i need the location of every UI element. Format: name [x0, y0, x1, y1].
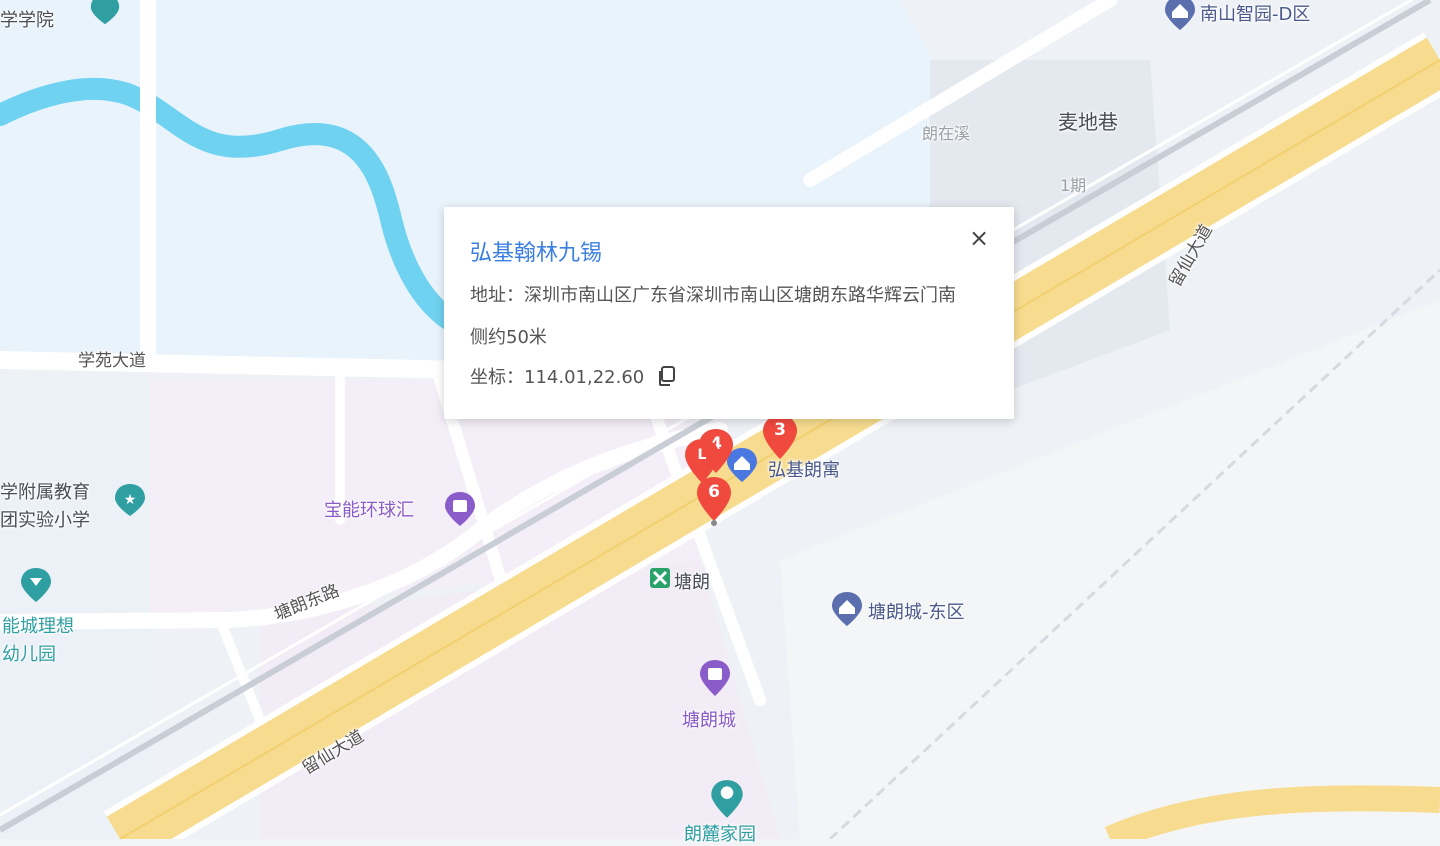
map-label: 塘朗城: [682, 710, 736, 731]
popup-title[interactable]: 弘基翰林九锡: [470, 235, 602, 267]
map-label: 塘朗城-东区: [868, 602, 965, 623]
popup-coordinates: 坐标：114.01,22.60: [470, 365, 678, 389]
marker-number: 3: [774, 420, 786, 440]
map-label: 能城理想: [2, 616, 74, 637]
residential-icon: [829, 590, 865, 630]
map-marker[interactable]: 6: [696, 476, 732, 526]
subway-station-icon: [650, 568, 670, 588]
marker-number: 6: [708, 482, 720, 502]
marker-number: L: [697, 447, 707, 463]
map-label: 麦地巷: [1058, 110, 1118, 134]
map-label: 科学学院: [0, 10, 54, 31]
road-label: 学苑大道: [78, 351, 146, 371]
mall-icon: [442, 490, 478, 530]
kindergarten-icon: [18, 566, 54, 606]
park-icon: [708, 778, 746, 822]
map-label: 幼儿园: [2, 644, 56, 665]
map-label: 塘朗: [674, 572, 710, 593]
map-label: 朗在溪: [922, 124, 971, 143]
map-label: 宝能环球汇: [324, 500, 414, 521]
school-icon: ★: [112, 482, 148, 518]
map-label: 学附属教育: [0, 482, 90, 503]
mall-icon: [697, 658, 733, 700]
school-icon: [88, 0, 122, 26]
close-icon[interactable]: ×: [966, 225, 992, 251]
svg-text:★: ★: [124, 492, 137, 508]
map-label: 南山智园-D区: [1200, 4, 1311, 25]
info-popup: × 弘基翰林九锡 地址：深圳市南山区广东省深圳市南山区塘朗东路华辉云门南侧约50…: [444, 207, 1014, 419]
map-label: 团实验小学: [0, 510, 90, 531]
coordinate-text: 坐标：114.01,22.60: [470, 367, 645, 388]
map-label: 朗麓家园: [684, 824, 756, 845]
map-marker[interactable]: 3: [762, 414, 798, 460]
residential-icon: [1162, 0, 1198, 34]
copy-icon[interactable]: [656, 365, 678, 387]
map-label: 1期: [1060, 176, 1087, 195]
popup-address: 地址：深圳市南山区广东省深圳市南山区塘朗东路华辉云门南侧约50米: [470, 285, 956, 348]
